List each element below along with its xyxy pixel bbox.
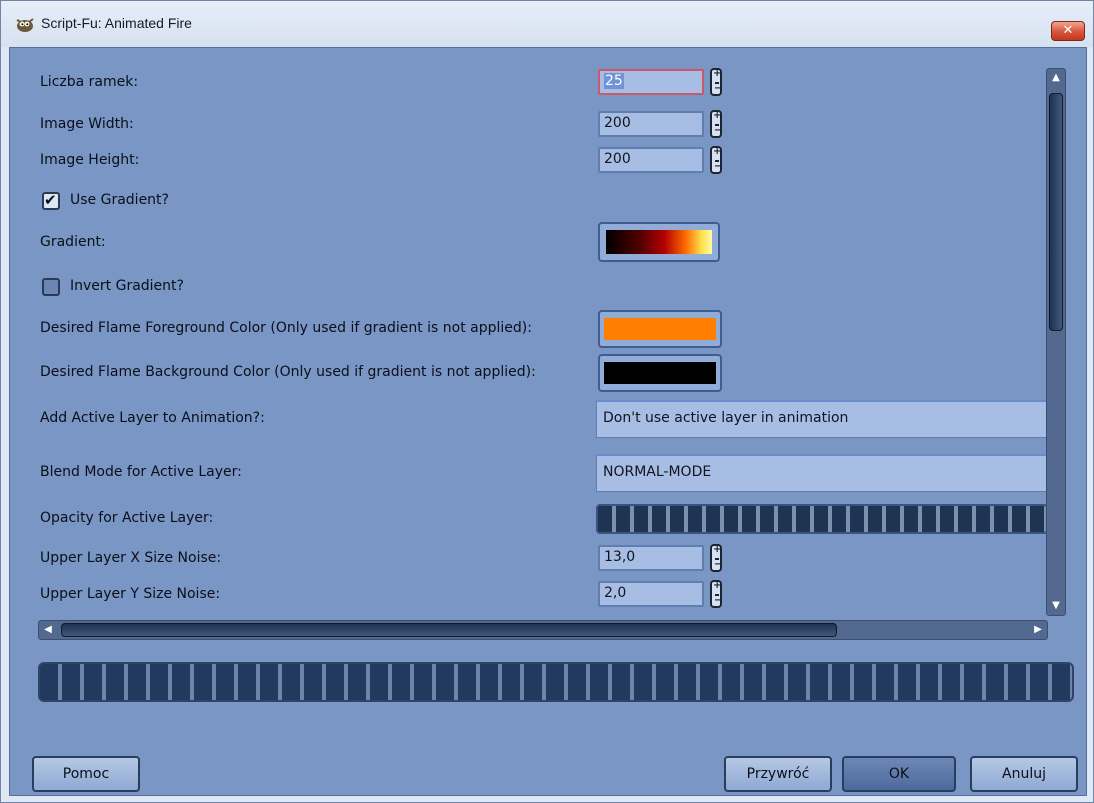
use-gradient-checkbox[interactable] [42,191,60,210]
blend-mode-label: Blend Mode for Active Layer: [40,464,242,480]
blend-mode-combo[interactable]: NORMAL-MODE [596,454,1048,492]
close-button[interactable]: ✕ [1051,21,1085,41]
vertical-scrollbar[interactable]: ▲ ▼ [1046,68,1066,616]
decrement-icon: − [714,83,723,94]
row-fg-color: Desired Flame Foreground Color (Only use… [30,310,1040,350]
height-spinbox[interactable]: 200 [598,147,704,173]
decrement-icon: − [714,559,723,570]
gimp-wilber-icon [16,18,34,32]
decrement-icon: − [714,125,723,136]
scroll-right-icon[interactable]: ▶ [1031,623,1045,637]
window-title: Script-Fu: Animated Fire [41,15,192,31]
row-gradient: Gradient: [30,222,1040,266]
row-upper-y-noise: Upper Layer Y Size Noise: 2,0 + − [30,580,1040,610]
scroll-up-icon[interactable]: ▲ [1049,71,1063,85]
height-label: Image Height: [40,152,140,168]
fg-color-swatch [604,318,716,340]
scroll-down-icon[interactable]: ▼ [1049,599,1063,613]
width-spinbox[interactable]: 200 [598,111,704,137]
row-frames: Liczba ramek: 25 + − [30,68,1040,98]
decrement-icon: − [714,161,723,172]
increment-icon: + [713,544,722,555]
row-add-active-layer: Add Active Layer to Animation?: Don't us… [30,400,1048,440]
gradient-label: Gradient: [40,234,106,250]
ok-button[interactable]: OK [842,756,956,792]
upper-y-noise-spinbox[interactable]: 2,0 [598,581,704,607]
upper-y-noise-label: Upper Layer Y Size Noise: [40,586,221,602]
frames-spin-arrows[interactable]: + − [710,68,722,96]
bg-color-swatch [604,362,716,384]
frames-spinbox[interactable]: 25 [598,69,704,95]
reset-button[interactable]: Przywróć [724,756,832,792]
horizontal-scrollbar[interactable]: ◀ ▶ [38,620,1048,640]
upper-x-noise-spin-arrows[interactable]: + − [710,544,722,572]
use-gradient-label: Use Gradient? [70,192,169,208]
opacity-label: Opacity for Active Layer: [40,510,214,526]
help-button[interactable]: Pomoc [32,756,140,792]
increment-icon: + [713,146,722,157]
height-spin-arrows[interactable]: + − [710,146,722,174]
increment-icon: + [713,68,722,79]
title-bar: Script-Fu: Animated Fire ✕ [1,1,1093,47]
bg-color-button[interactable] [598,354,722,392]
row-upper-x-noise: Upper Layer X Size Noise: 13,0 + − [30,544,1040,574]
upper-x-noise-label: Upper Layer X Size Noise: [40,550,222,566]
invert-gradient-label: Invert Gradient? [70,278,184,294]
bg-color-label: Desired Flame Background Color (Only use… [40,364,536,380]
scroll-left-icon[interactable]: ◀ [41,623,55,637]
row-use-gradient[interactable]: Use Gradient? [30,186,1040,216]
horizontal-scroll-thumb[interactable] [61,623,837,637]
upper-y-noise-spin-arrows[interactable]: + − [710,580,722,608]
gradient-preview [606,230,712,254]
parameters-panel: Liczba ramek: 25 + − Image Width: 200 + … [30,58,1050,614]
cancel-button[interactable]: Anuluj [970,756,1078,792]
frames-label: Liczba ramek: [40,74,139,90]
width-label: Image Width: [40,116,134,132]
fg-color-button[interactable] [598,310,722,348]
add-active-layer-combo[interactable]: Don't use active layer in animation [596,400,1048,438]
opacity-slider[interactable] [596,504,1048,534]
increment-icon: + [713,110,722,121]
row-opacity: Opacity for Active Layer: [30,504,1048,534]
row-width: Image Width: 200 + − [30,110,1040,140]
fg-color-label: Desired Flame Foreground Color (Only use… [40,320,532,336]
progress-bar [38,662,1074,702]
invert-gradient-checkbox[interactable] [42,278,60,296]
upper-x-noise-spinbox[interactable]: 13,0 [598,545,704,571]
add-active-layer-label: Add Active Layer to Animation?: [40,410,265,426]
row-bg-color: Desired Flame Background Color (Only use… [30,354,1040,394]
decrement-icon: − [714,595,723,606]
vertical-scroll-thumb[interactable] [1049,93,1063,331]
row-height: Image Height: 200 + − [30,146,1040,176]
script-fu-dialog: Script-Fu: Animated Fire ✕ Liczba ramek:… [0,0,1094,803]
dialog-client-area: Liczba ramek: 25 + − Image Width: 200 + … [9,47,1087,796]
row-invert-gradient[interactable]: Invert Gradient? [30,272,1040,302]
gradient-select-button[interactable] [598,222,720,262]
width-spin-arrows[interactable]: + − [710,110,722,138]
row-blend-mode: Blend Mode for Active Layer: NORMAL-MODE [30,454,1048,494]
increment-icon: + [713,580,722,591]
